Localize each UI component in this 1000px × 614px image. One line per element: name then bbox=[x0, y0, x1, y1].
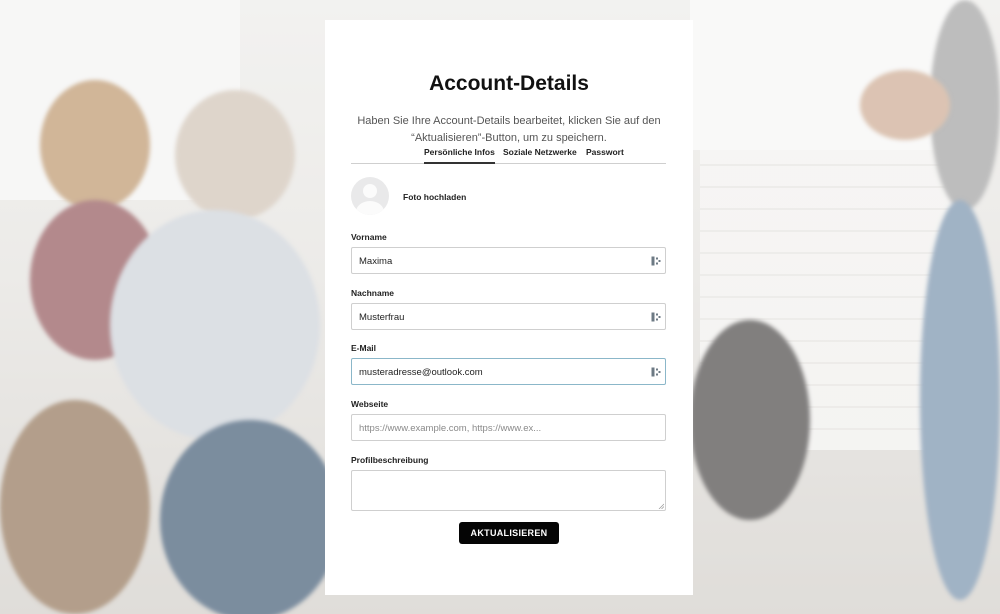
password-manager-icon[interactable] bbox=[651, 367, 661, 377]
email-field[interactable]: musteradresse@outlook.com bbox=[351, 358, 666, 385]
first-name-field[interactable]: Maxima bbox=[351, 247, 666, 274]
last-name-label: Nachname bbox=[351, 288, 394, 298]
resize-grip-icon[interactable] bbox=[658, 503, 664, 509]
tab-bar: Persönliche Infos Soziale Netzwerke Pass… bbox=[351, 144, 666, 164]
tab-social-networks[interactable]: Soziale Netzwerke bbox=[503, 147, 577, 157]
last-name-value: Musterfrau bbox=[359, 312, 405, 323]
page-title: Account-Details bbox=[429, 72, 589, 95]
tab-password[interactable]: Passwort bbox=[586, 147, 624, 157]
tab-personal-info[interactable]: Persönliche Infos bbox=[424, 147, 495, 164]
first-name-label: Vorname bbox=[351, 232, 387, 242]
last-name-field[interactable]: Musterfrau bbox=[351, 303, 666, 330]
bio-label: Profilbeschreibung bbox=[351, 455, 429, 465]
user-placeholder-icon[interactable] bbox=[351, 177, 389, 215]
page-subtitle: Haben Sie Ihre Account-Details bearbeite… bbox=[351, 113, 667, 146]
website-label: Webseite bbox=[351, 399, 389, 409]
subtitle-line-1: Haben Sie Ihre Account-Details bearbeite… bbox=[357, 115, 661, 127]
website-field[interactable]: https://www.example.com, https://www.ex.… bbox=[351, 414, 666, 441]
upload-photo-link[interactable]: Foto hochladen bbox=[403, 192, 466, 202]
website-placeholder: https://www.example.com, https://www.ex.… bbox=[359, 423, 542, 434]
email-value: musteradresse@outlook.com bbox=[359, 367, 483, 378]
account-details-card: Account-Details Haben Sie Ihre Account-D… bbox=[325, 20, 693, 595]
first-name-value: Maxima bbox=[359, 256, 393, 267]
password-manager-icon[interactable] bbox=[651, 312, 661, 322]
bio-textarea[interactable] bbox=[351, 470, 666, 511]
update-button[interactable]: AKTUALISIEREN bbox=[459, 522, 559, 544]
email-label: E-Mail bbox=[351, 343, 377, 353]
password-manager-icon[interactable] bbox=[651, 256, 661, 266]
